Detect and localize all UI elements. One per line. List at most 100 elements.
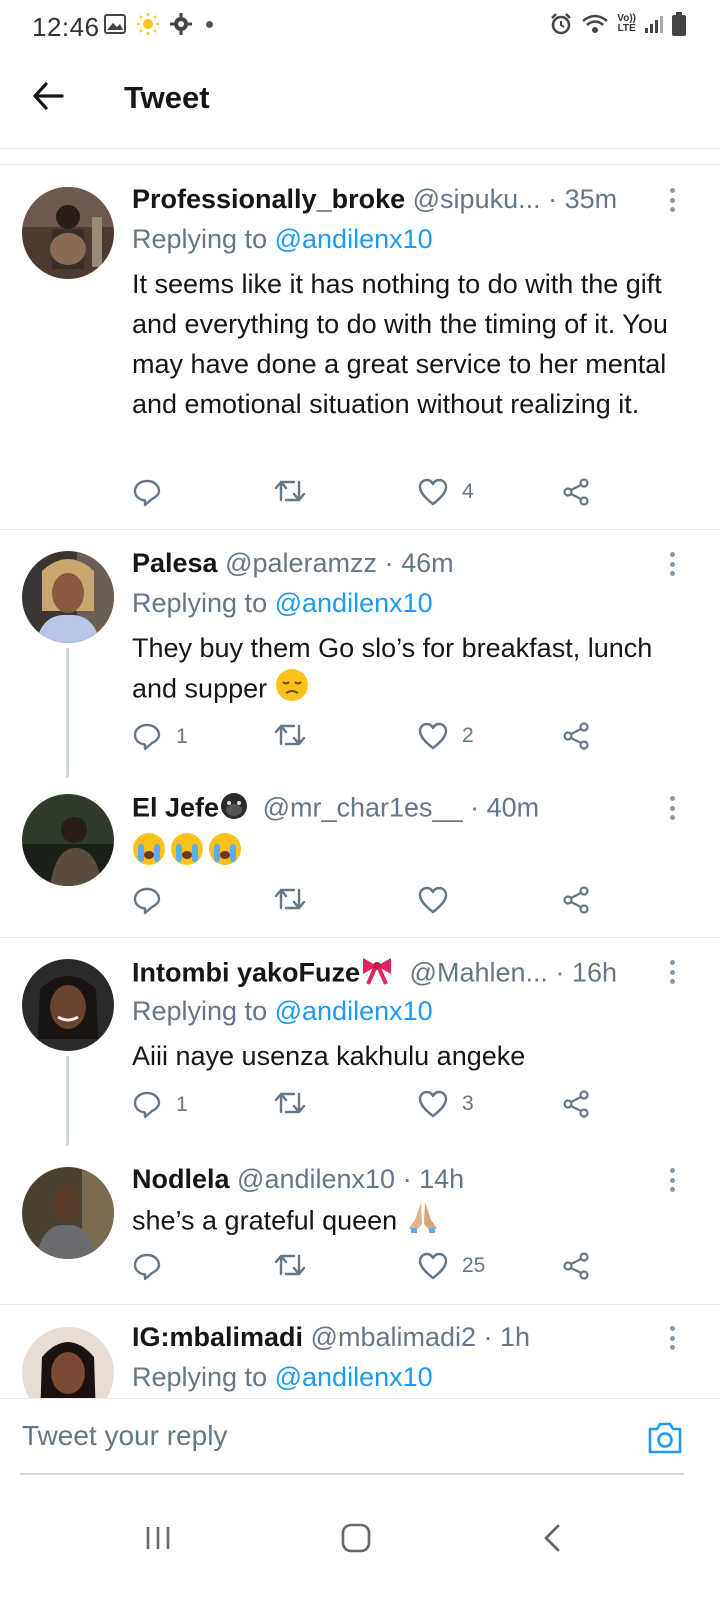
retweet-button[interactable]: [274, 1090, 306, 1116]
signal-icon: [644, 14, 664, 34]
user-handle: @mr_char1es__: [262, 792, 463, 823]
user-handle: @sipuku...: [412, 184, 541, 214]
replying-to: Replying to @andilenx10: [132, 224, 433, 254]
tweet-header: Palesa @paleramzz · 46m: [132, 548, 664, 579]
ribbon-emoji: [360, 956, 394, 993]
share-button[interactable]: [562, 478, 590, 506]
camera-button[interactable]: [646, 1421, 684, 1457]
tweet-text-wrap: They buy them Go slo’s for breakfast, lu…: [132, 628, 692, 713]
retweet-icon: [274, 722, 306, 748]
user-name[interactable]: IG:mbalimadi: [132, 1322, 303, 1352]
share-button[interactable]: [562, 722, 590, 750]
tweet-emoji-row: [132, 832, 692, 877]
reply-button[interactable]: [132, 478, 176, 508]
tweet-text: she’s a grateful queen: [132, 1205, 398, 1236]
recent-apps-icon: [144, 1524, 172, 1557]
reply-button[interactable]: [132, 1252, 176, 1282]
like-button[interactable]: 3: [418, 1090, 474, 1118]
arrow-left-icon: [32, 81, 64, 115]
retweet-button[interactable]: [274, 722, 306, 748]
folded-hands-emoji: [405, 1200, 441, 1245]
top-header: Tweet: [0, 52, 720, 149]
more-options-icon[interactable]: [664, 796, 680, 820]
recent-apps-button[interactable]: [128, 1510, 188, 1570]
more-options-icon[interactable]: [664, 960, 680, 984]
tweet-card[interactable]: El Jefe @mr_char1es__ · 40m: [0, 776, 720, 938]
tweet-card[interactable]: Intombi yakoFuze @Mahlen... · 16h Replyi…: [0, 938, 720, 1146]
header-divider: [0, 164, 720, 165]
image-icon: [104, 14, 126, 34]
page-title: Tweet: [124, 80, 210, 115]
share-button[interactable]: [562, 1090, 590, 1118]
tweet-card[interactable]: Professionally_broke @sipuku... · 35m Re…: [0, 166, 720, 530]
more-options-icon[interactable]: [664, 188, 680, 212]
retweet-icon: [274, 1252, 306, 1278]
share-icon: [562, 886, 590, 914]
replying-to: Replying to @andilenx10: [132, 1362, 433, 1392]
reply-button[interactable]: [132, 886, 176, 916]
reply-feed[interactable]: Professionally_broke @sipuku... · 35m Re…: [0, 166, 720, 1398]
crying-face-emoji: [170, 832, 204, 877]
tweet-actions: 4: [132, 478, 602, 512]
retweet-button[interactable]: [274, 1252, 306, 1278]
user-name[interactable]: Intombi yakoFuze: [132, 958, 360, 988]
reply-button[interactable]: 1: [132, 722, 188, 752]
user-handle: @Mahlen...: [409, 957, 549, 988]
like-button[interactable]: 25: [418, 1252, 485, 1280]
back-button[interactable]: [28, 78, 68, 118]
reply-input[interactable]: [20, 1419, 584, 1453]
mention-link[interactable]: @andilenx10: [275, 224, 433, 254]
thread-line: [66, 1056, 69, 1146]
user-handle: @mbalimadi2: [310, 1322, 477, 1352]
heart-icon: [418, 1252, 448, 1280]
avatar[interactable]: [22, 1327, 114, 1398]
mention-link[interactable]: @andilenx10: [275, 588, 433, 618]
tweet-header: Professionally_broke @sipuku... · 35m: [132, 184, 664, 215]
status-time: 12:46: [32, 12, 100, 42]
tweet-time: · 16h: [555, 957, 618, 988]
more-options-icon[interactable]: [664, 1326, 680, 1350]
mention-link[interactable]: @andilenx10: [275, 1362, 433, 1392]
like-button[interactable]: 4: [418, 478, 474, 506]
dot-icon: [206, 20, 213, 28]
user-handle: @paleramzz: [225, 548, 378, 578]
retweet-button[interactable]: [274, 886, 306, 912]
user-name[interactable]: El Jefe: [132, 793, 219, 823]
reply-count: 1: [176, 725, 188, 748]
retweet-icon: [274, 886, 306, 912]
avatar[interactable]: [22, 794, 114, 886]
more-options-icon[interactable]: [664, 1168, 680, 1192]
reply-button[interactable]: 1: [132, 1090, 188, 1120]
system-back-button[interactable]: [522, 1510, 582, 1570]
share-button[interactable]: [562, 886, 590, 914]
like-button[interactable]: 2: [418, 722, 474, 750]
tweet-card[interactable]: Nodlela @andilenx10 · 14h she’s a gratef…: [0, 1146, 720, 1306]
replying-to: Replying to @andilenx10: [132, 996, 433, 1026]
reply-icon: [132, 1090, 162, 1120]
avatar[interactable]: [22, 1167, 114, 1259]
share-button[interactable]: [562, 1252, 590, 1280]
avatar[interactable]: [22, 187, 114, 279]
avatar[interactable]: [22, 959, 114, 1051]
user-name[interactable]: Nodlela: [132, 1164, 230, 1194]
user-name[interactable]: Palesa: [132, 548, 218, 578]
like-count: 2: [462, 724, 474, 747]
user-name[interactable]: Professionally_broke: [132, 184, 405, 214]
status-right-icons: Vo)) LTE: [549, 12, 686, 36]
alarm-icon: [549, 12, 573, 36]
avatar[interactable]: [22, 551, 114, 643]
like-button[interactable]: [418, 886, 462, 914]
tweet-actions: [132, 886, 602, 920]
home-button[interactable]: [326, 1510, 386, 1570]
status-left-icons: [104, 12, 213, 36]
tweet-text-wrap: she’s a grateful queen: [132, 1200, 692, 1245]
mention-link[interactable]: @andilenx10: [275, 996, 433, 1026]
retweet-button[interactable]: [274, 478, 306, 504]
pensive-face-emoji: [275, 668, 309, 713]
status-bar: 12:46 Vo)) LTE: [0, 0, 720, 52]
retweet-icon: [274, 1090, 306, 1116]
more-options-icon[interactable]: [664, 552, 680, 576]
tweet-card[interactable]: IG:mbalimadi @mbalimadi2 · 1h Replying t…: [0, 1306, 720, 1398]
tweet-divider: [0, 1304, 720, 1305]
tweet-card[interactable]: Palesa @paleramzz · 46m Replying to @and…: [0, 530, 720, 778]
